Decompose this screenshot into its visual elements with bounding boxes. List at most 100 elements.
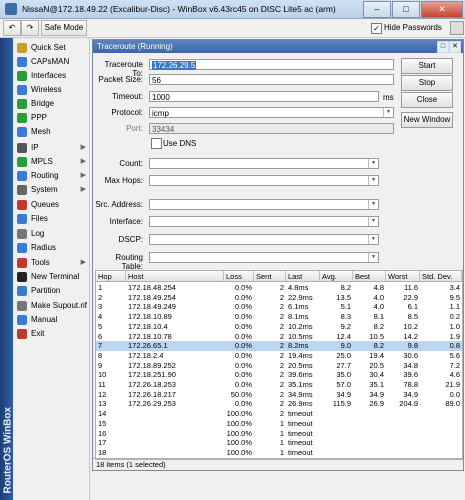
brand-label: RouterOS WinBox: [2, 406, 14, 494]
new-window-button[interactable]: New Window: [401, 112, 453, 128]
interface-select[interactable]: ▼: [149, 216, 379, 227]
table-cell: 2: [279, 350, 284, 360]
table-row[interactable]: 2 172.18.49.254 0.0% 2 22.9ms 13.5 4.0 22.9 9.5: [96, 293, 462, 303]
sidebar-item-capsman[interactable]: CAPsMAN: [14, 55, 88, 69]
redo-icon: ↷: [26, 23, 34, 32]
sidebar-item-mpls[interactable]: MPLS ▶: [14, 155, 88, 169]
table-cell: 204.9: [399, 399, 418, 409]
table-row[interactable]: 18 100.0% 1 timeout: [96, 448, 462, 458]
table-row[interactable]: 17 100.0% 1 timeout: [96, 438, 462, 448]
close-button[interactable]: Close: [401, 92, 453, 108]
column-header[interactable]: Best: [353, 271, 386, 282]
src-address-select[interactable]: ▼: [149, 199, 379, 210]
table-cell: 13.5: [336, 292, 351, 302]
sidebar-item-mesh[interactable]: Mesh: [14, 125, 88, 139]
column-header[interactable]: Last: [286, 271, 320, 282]
sidebar-item-label: CAPsMAN: [31, 57, 70, 66]
table-row[interactable]: 10 172.18.251.90 0.0% 2 39.6ms 35.0 30.4 39.6 4.…: [96, 370, 462, 380]
sidebar-item-queues[interactable]: Queues: [14, 198, 88, 212]
table-row[interactable]: 3 172.18.49.249 0.0% 2 6.1ms 5.1 4.0 6.1 1.1: [96, 302, 462, 312]
column-header[interactable]: Worst: [386, 271, 420, 282]
sidebar-item-radius[interactable]: Radius: [14, 241, 88, 255]
chevron-down-icon[interactable]: ▼: [368, 253, 378, 262]
sidebar-item-ppp[interactable]: PPP: [14, 111, 88, 125]
column-header[interactable]: Host: [126, 271, 224, 282]
chevron-down-icon[interactable]: ▼: [368, 217, 378, 226]
port-field[interactable]: 33434: [149, 123, 394, 134]
chevron-down-icon[interactable]: ▼: [368, 235, 378, 244]
dialog-titlebar[interactable]: Traceroute (Running) □ ✕: [93, 40, 463, 53]
minimize-button[interactable]: –: [363, 1, 391, 18]
column-header[interactable]: Sent: [254, 271, 286, 282]
table-row[interactable]: 11 172.26.18.253 0.0% 2 35.1ms 57.0 35.1 78.8 21…: [96, 380, 462, 390]
chevron-down-icon[interactable]: ▼: [383, 108, 393, 117]
hide-passwords-checkbox[interactable]: ✓: [371, 23, 382, 34]
dialog-close-button[interactable]: ✕: [449, 41, 461, 53]
sidebar-item-quick-set[interactable]: Quick Set: [14, 41, 88, 55]
table-row[interactable]: 8 172.18.2.4 0.0% 2 19.4ms 25.0 19.4 30.6 5.6: [96, 351, 462, 361]
column-header[interactable]: Avg.: [320, 271, 353, 282]
sidebar-item-tools[interactable]: Tools ▶: [14, 256, 88, 270]
table-row[interactable]: 4 172.18.10.89 0.0% 2 8.1ms 8.3 8.1 8.5 0.2: [96, 312, 462, 322]
table-row[interactable]: 7 172.26.65.1 0.0% 2 8.2ms 9.0 8.2 9.8 0.8: [96, 341, 462, 351]
count-select[interactable]: ▼: [149, 158, 379, 169]
safe-mode-button[interactable]: Safe Mode: [41, 20, 87, 36]
table-row[interactable]: 9 172.18.89.252 0.0% 2 20.5ms 27.7 20.5 34.8 7.2: [96, 361, 462, 371]
maximize-button[interactable]: □: [392, 1, 420, 18]
sidebar-item-exit[interactable]: Exit: [14, 327, 88, 341]
dscp-select[interactable]: ▼: [149, 234, 379, 245]
table-cell: 172.26.18.253: [128, 380, 176, 389]
table-row[interactable]: 14 100.0% 2 timeout: [96, 409, 462, 419]
chevron-down-icon[interactable]: ▼: [368, 200, 378, 209]
table-cell: 35.1ms: [288, 380, 313, 389]
start-button[interactable]: Start: [401, 58, 453, 74]
sidebar-item-make-supout-rif[interactable]: Make Supout.rif: [14, 299, 88, 313]
sidebar-item-manual[interactable]: Manual: [14, 313, 88, 327]
sidebar-item-system[interactable]: System ▶: [14, 183, 88, 197]
table-cell: 6.1: [407, 302, 418, 312]
stop-button[interactable]: Stop: [401, 75, 453, 91]
table-cell: [422, 448, 460, 458]
sidebar-item-ip[interactable]: IP ▶: [14, 141, 88, 155]
table-cell: 100.0%: [226, 418, 252, 428]
column-header[interactable]: Loss: [224, 271, 254, 282]
table-cell: 4: [98, 312, 103, 322]
use-dns-checkbox[interactable]: [151, 138, 162, 149]
table-row[interactable]: 12 172.26.18.217 50.0% 2 34.9ms 34.9 34.9 34.9 0…: [96, 390, 462, 400]
table-row[interactable]: 13 172.26.29.253 0.0% 2 26.9ms 115.9 26.9 204.9…: [96, 399, 462, 409]
sidebar-item-new-terminal[interactable]: New Terminal: [14, 270, 88, 284]
table-row[interactable]: 5 172.18.10.4 0.0% 2 10.2ms 9.2 8.2 10.2 1.0: [96, 322, 462, 332]
column-header[interactable]: Std. Dev.: [420, 271, 462, 282]
routing-table-select[interactable]: ▼: [149, 252, 379, 263]
redo-button[interactable]: ↷: [21, 20, 39, 36]
max-hops-select[interactable]: ▼: [149, 175, 379, 186]
interface-label: Interface:: [109, 217, 143, 226]
sidebar-item-bridge[interactable]: Bridge: [14, 97, 88, 111]
protocol-select[interactable]: icmp ▼: [149, 107, 394, 118]
exit-icon: [17, 329, 27, 339]
chevron-down-icon[interactable]: ▼: [368, 159, 378, 168]
undo-button[interactable]: ↶: [3, 20, 21, 36]
protocol-label: Protocol:: [111, 108, 143, 117]
sidebar-item-log[interactable]: Log: [14, 227, 88, 241]
close-window-button[interactable]: ✕: [421, 1, 463, 18]
column-header[interactable]: Hop: [96, 271, 126, 282]
table-row[interactable]: 1 172.18.48.254 0.0% 2 4.8ms 8.2 4.8 11.6 3.4: [96, 283, 462, 293]
sidebar-item-partition[interactable]: Partition: [14, 284, 88, 298]
table-row[interactable]: 6 172.18.10.78 0.0% 2 10.5ms 12.4 10.5 14.2 1.9: [96, 332, 462, 342]
traceroute-to-field[interactable]: 172.26.29.5: [149, 59, 394, 70]
table-row[interactable]: 16 100.0% 1 timeout: [96, 429, 462, 439]
interfaces-icon: [17, 71, 27, 81]
table-cell: 172.18.49.249: [128, 302, 176, 312]
sidebar-item-files[interactable]: Files: [14, 212, 88, 226]
sidebar-item-interfaces[interactable]: Interfaces: [14, 69, 88, 83]
dialog-restore-button[interactable]: □: [437, 41, 449, 53]
sidebar-item-routing[interactable]: Routing ▶: [14, 169, 88, 183]
chevron-down-icon[interactable]: ▼: [368, 176, 378, 185]
timeout-field[interactable]: 1000: [149, 91, 379, 102]
table-row[interactable]: 15 100.0% 1 timeout: [96, 419, 462, 429]
src-address-label: Src. Address:: [95, 200, 143, 209]
table-cell: 0.2: [449, 312, 460, 322]
packet-size-field[interactable]: 56: [149, 74, 394, 85]
sidebar-item-wireless[interactable]: Wireless: [14, 83, 88, 97]
